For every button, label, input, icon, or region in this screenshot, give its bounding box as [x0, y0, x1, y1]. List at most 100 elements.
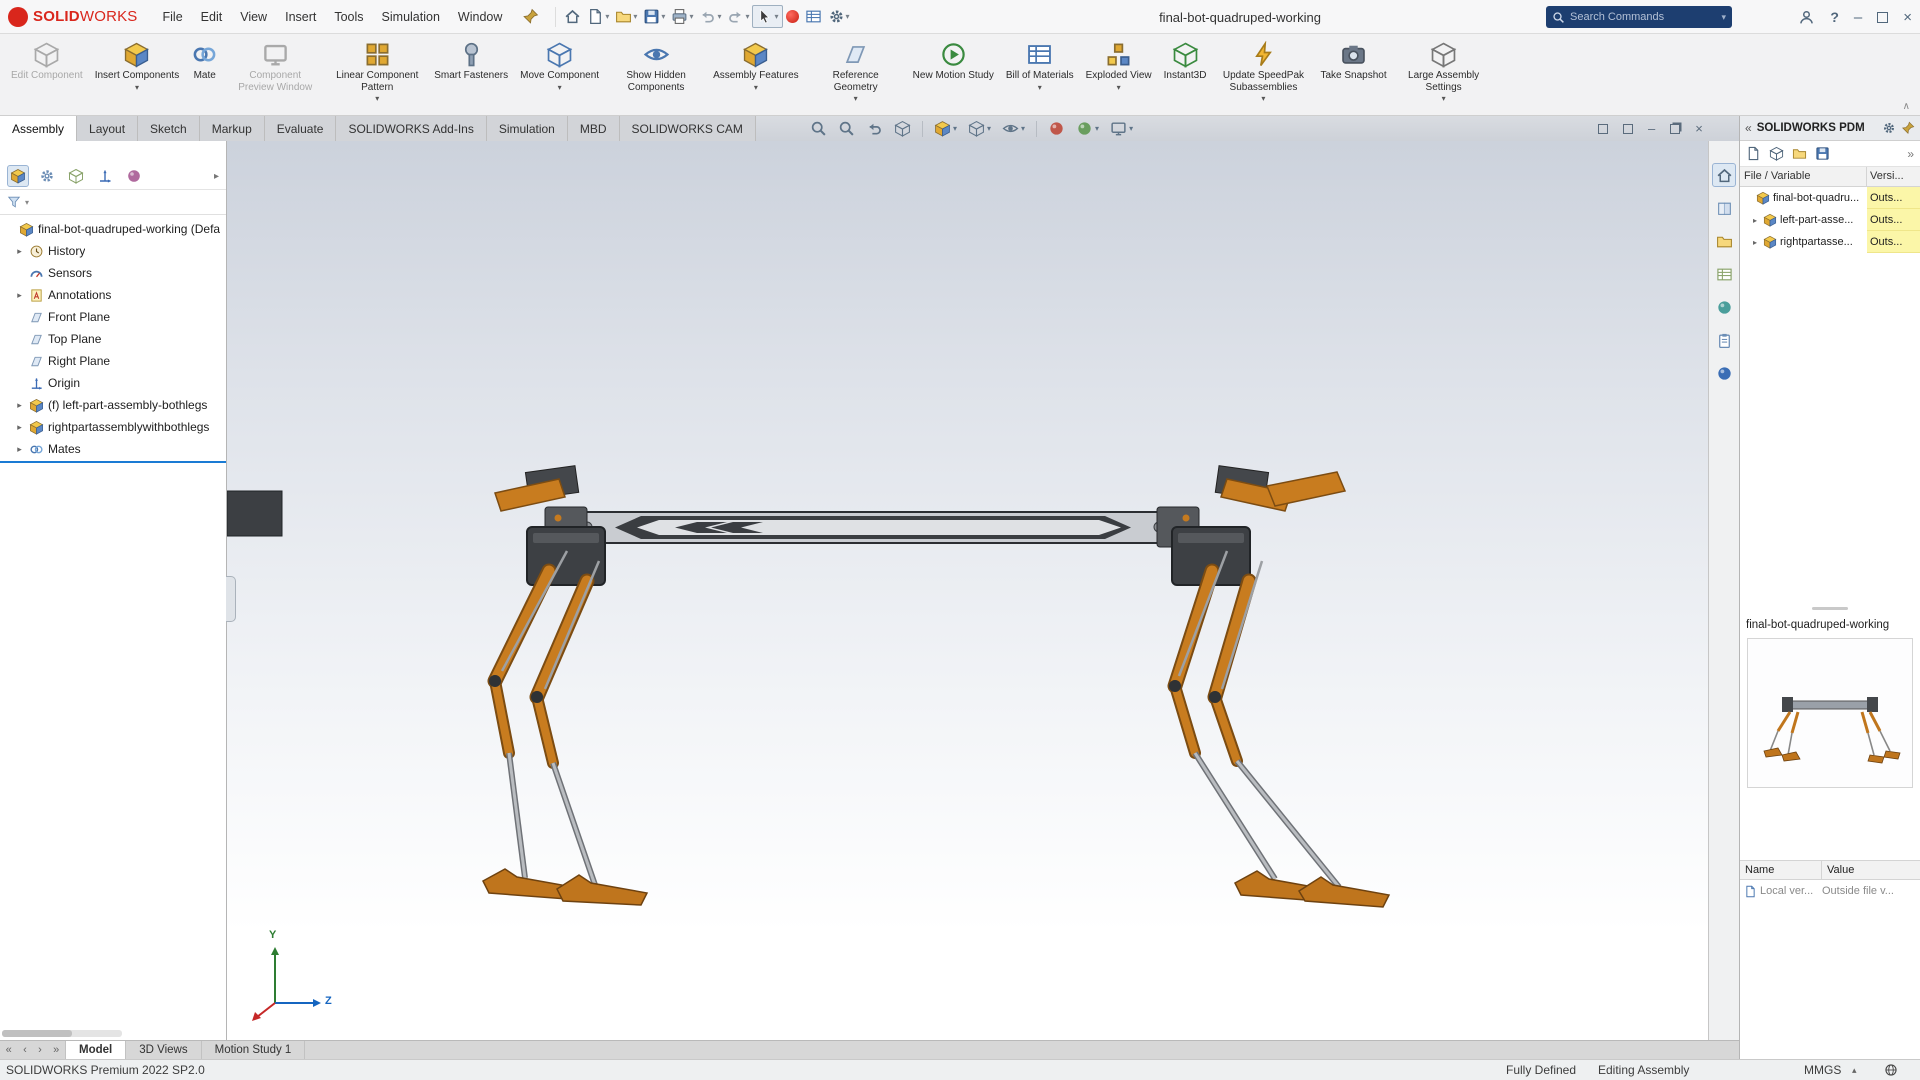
ribbon-reference-geometry[interactable]: Reference Geometry [806, 37, 906, 113]
tree-item-top-plane[interactable]: Top Plane [0, 328, 226, 350]
collapse-taskpane-icon[interactable] [1745, 121, 1752, 135]
undo-button[interactable] [696, 5, 724, 28]
scrollbar-thumb[interactable] [2, 1030, 72, 1037]
tree-item-history[interactable]: History [0, 240, 226, 262]
expander-icon[interactable] [14, 400, 25, 411]
ribbon-smart-fasteners[interactable]: Smart Fasteners [429, 37, 513, 113]
pdm-tree-copy-icon[interactable] [1769, 146, 1784, 161]
flyout-caret-icon[interactable] [375, 94, 379, 103]
tab-motion-study-1[interactable]: Motion Study 1 [202, 1041, 306, 1059]
grid-row-local-version[interactable]: Local ver... Outside file v... [1740, 880, 1920, 902]
edit-appearance-icon[interactable] [1048, 120, 1065, 137]
save-button[interactable] [640, 5, 668, 28]
next-tab-icon[interactable] [38, 1044, 42, 1056]
redo-button[interactable] [724, 5, 752, 28]
tree-item-right-part-assembly[interactable]: rightpartassemblywithbothlegs [0, 416, 226, 438]
ribbon-exploded-view[interactable]: Exploded View [1081, 37, 1157, 113]
pdm-save-icon[interactable] [1815, 146, 1830, 161]
menu-insert[interactable]: Insert [276, 6, 325, 28]
first-tab-icon[interactable] [6, 1044, 12, 1056]
flyout-caret-icon[interactable] [135, 83, 139, 92]
expander-icon[interactable] [14, 444, 25, 455]
ribbon-insert-components[interactable]: Insert Components [90, 37, 185, 113]
hide-show-items-icon[interactable] [1002, 120, 1025, 137]
units-selector[interactable]: MMGS [1804, 1060, 1841, 1080]
new-window-icon[interactable] [1623, 123, 1633, 134]
search-scope-caret-icon[interactable] [1721, 12, 1726, 23]
zoom-to-area-icon[interactable] [838, 120, 855, 137]
pin-menu-icon[interactable] [519, 5, 542, 28]
tab-evaluate[interactable]: Evaluate [264, 116, 337, 141]
tree-horizontal-scrollbar[interactable] [2, 1030, 122, 1037]
minimize-document-icon[interactable] [1648, 122, 1655, 135]
filter-caret-icon[interactable] [25, 198, 29, 207]
tab-mbd[interactable]: MBD [567, 116, 620, 141]
tab-assembly[interactable]: Assembly [0, 116, 78, 141]
previous-tab-icon[interactable] [23, 1044, 27, 1056]
collapse-ribbon-icon[interactable] [1903, 101, 1910, 112]
tab-solidworks-addins[interactable]: SOLIDWORKS Add-Ins [336, 116, 487, 141]
3dexperience-icon[interactable] [783, 7, 802, 26]
previous-view-icon[interactable] [866, 120, 883, 137]
restore-document-icon[interactable] [1670, 123, 1681, 134]
tree-filter[interactable] [0, 190, 226, 215]
command-search[interactable] [1546, 6, 1732, 28]
zoom-to-fit-icon[interactable] [810, 120, 827, 137]
flyout-caret-icon[interactable] [558, 83, 562, 92]
view-settings-icon[interactable] [1110, 120, 1133, 137]
tab-markup[interactable]: Markup [199, 116, 265, 141]
pdm-vault-icon[interactable] [1712, 361, 1736, 385]
tab-simulation[interactable]: Simulation [486, 116, 568, 141]
view-palette-icon[interactable] [1712, 262, 1736, 286]
flyout-caret-icon[interactable] [1442, 94, 1446, 103]
apply-scene-icon[interactable] [1076, 120, 1099, 137]
ribbon-bill-of-materials[interactable]: Bill of Materials [1001, 37, 1079, 113]
ribbon-take-snapshot[interactable]: Take Snapshot [1315, 37, 1391, 113]
display-style-icon[interactable] [968, 120, 991, 137]
pdm-file-column[interactable]: File / Variable [1740, 167, 1867, 186]
tree-item-right-plane[interactable]: Right Plane [0, 350, 226, 372]
menu-file[interactable]: File [154, 6, 192, 28]
ribbon-mate[interactable]: Mate [186, 37, 223, 113]
pdm-preview-splitter[interactable] [1740, 604, 1920, 612]
file-explorer-icon[interactable] [1712, 229, 1736, 253]
last-tab-icon[interactable] [53, 1044, 59, 1056]
close-window-icon[interactable] [1903, 10, 1912, 25]
pdm-more-icon[interactable] [1907, 147, 1914, 161]
flyout-caret-icon[interactable] [1117, 83, 1121, 92]
ribbon-large-assembly-settings[interactable]: Large Assembly Settings [1394, 37, 1494, 113]
options-gear-button[interactable] [825, 5, 853, 28]
print-button[interactable] [668, 5, 696, 28]
ribbon-update-speedpak[interactable]: Update SpeedPak Subassemblies [1213, 37, 1313, 113]
design-library-icon[interactable] [1712, 196, 1736, 220]
expander-icon[interactable] [14, 422, 25, 433]
user-account-icon[interactable] [1798, 9, 1815, 26]
expander-icon[interactable] [1750, 216, 1760, 225]
search-input[interactable] [1570, 11, 1717, 23]
ribbon-instant3d[interactable]: Instant3D [1159, 37, 1212, 113]
ribbon-linear-component-pattern[interactable]: Linear Component Pattern [327, 37, 427, 113]
ribbon-component-preview-window[interactable]: Component Preview Window [225, 37, 325, 113]
ribbon-new-motion-study[interactable]: New Motion Study [908, 37, 999, 113]
tab-model[interactable]: Model [66, 1041, 127, 1059]
pdm-row-right-part[interactable]: rightpartasse... Outs... [1740, 231, 1920, 253]
select-tool-button[interactable] [752, 5, 783, 28]
flyout-caret-icon[interactable] [854, 94, 858, 103]
ribbon-edit-component[interactable]: Edit Component [6, 37, 88, 113]
units-caret-icon[interactable] [1852, 1060, 1857, 1080]
new-document-button[interactable] [584, 5, 612, 28]
flyout-caret-icon[interactable] [1038, 83, 1042, 92]
minimize-window-icon[interactable] [1854, 10, 1862, 25]
tab-3d-views[interactable]: 3D Views [126, 1041, 202, 1059]
ribbon-show-hidden-components[interactable]: Show Hidden Components [606, 37, 706, 113]
pdm-row-root[interactable]: final-bot-quadru... Outs... [1740, 187, 1920, 209]
pdm-pin-icon[interactable] [1901, 121, 1915, 135]
dimxpertmanager-tab[interactable] [94, 165, 116, 187]
pdm-settings-gear-icon[interactable] [1882, 121, 1896, 135]
maximize-window-icon[interactable] [1877, 11, 1889, 23]
tab-layout[interactable]: Layout [77, 116, 139, 141]
menu-view[interactable]: View [231, 6, 276, 28]
tree-item-origin[interactable]: Origin [0, 372, 226, 394]
section-view-icon[interactable] [894, 120, 911, 137]
configurationmanager-tab[interactable] [65, 165, 87, 187]
